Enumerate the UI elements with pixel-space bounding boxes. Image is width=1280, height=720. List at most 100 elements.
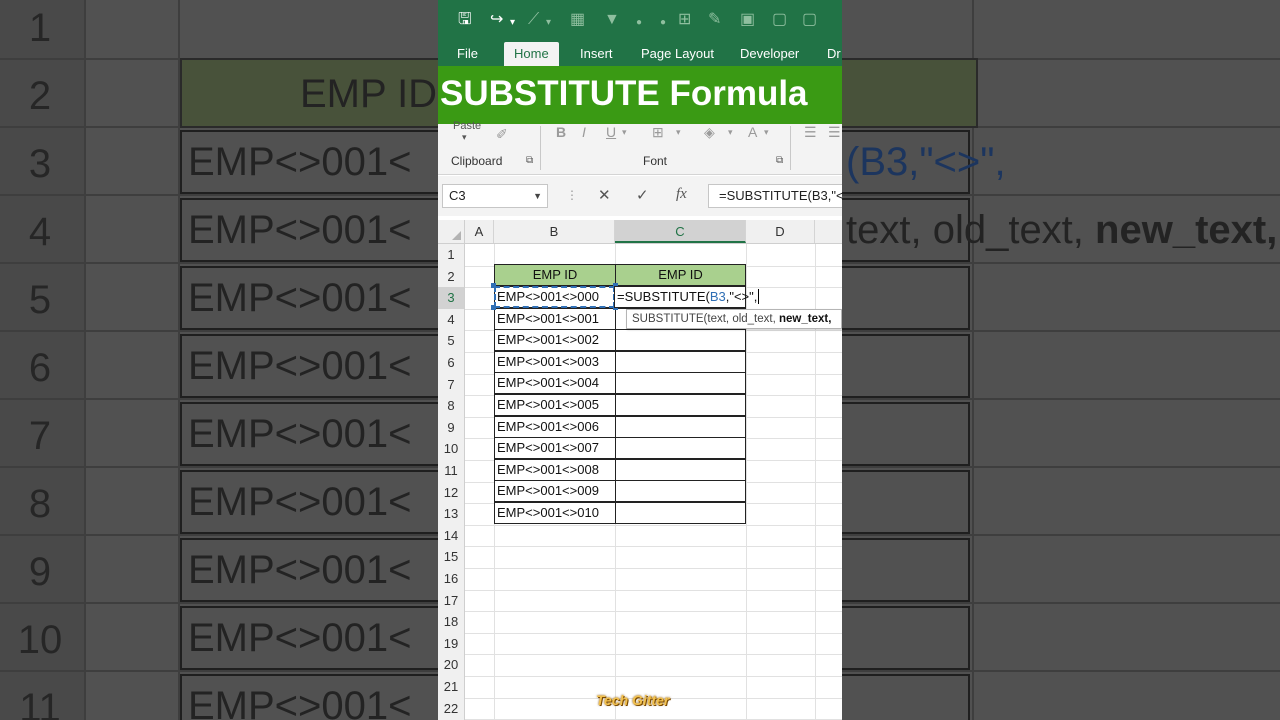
insert-function-button[interactable]: fx	[676, 186, 687, 203]
row-header-11[interactable]: 11	[438, 460, 464, 482]
chevron-down-icon[interactable]: ▾	[728, 127, 733, 138]
tab-developer[interactable]: Developer	[740, 46, 799, 61]
excel-panel: 🖫 ↪ ▾ ⟋ ▾ ▦ ▼ ● ● ⊞ ✎ ▣ ▢ ▢ File Home In…	[438, 0, 842, 720]
align-center-icon[interactable]: ☰	[828, 124, 841, 141]
row-header-22[interactable]: 22	[438, 698, 464, 720]
row-header-13[interactable]: 13	[438, 503, 464, 525]
column-header-c[interactable]: C	[615, 220, 746, 243]
row-header-21[interactable]: 21	[438, 676, 464, 698]
tab-home[interactable]: Home	[504, 42, 559, 67]
save-icon[interactable]: 🖫	[458, 10, 472, 30]
title-banner: SUBSTITUTE Formula	[438, 66, 842, 124]
cell-b13[interactable]: EMP<>001<>010	[494, 502, 616, 524]
row-header-1[interactable]: 1	[438, 244, 464, 266]
chevron-down-icon[interactable]: ▾	[676, 127, 681, 138]
cell-b12[interactable]: EMP<>001<>009	[494, 480, 616, 503]
dialog-launcher-icon[interactable]: ⧉	[776, 155, 783, 166]
cell-c10[interactable]	[615, 437, 746, 460]
cancel-button[interactable]: ✕	[598, 186, 611, 204]
enter-button[interactable]: ✓	[636, 186, 649, 204]
row-header-14[interactable]: 14	[438, 525, 464, 547]
tab-page-layout[interactable]: Page Layout	[641, 46, 714, 61]
dialog-launcher-icon[interactable]: ⧉	[526, 155, 533, 166]
selection-handle[interactable]	[491, 283, 496, 288]
chevron-down-icon[interactable]: ▾	[764, 127, 769, 138]
worksheet-grid: A B C D 1 2 3 4 5 6 7 8 9 10 11 12 13 14 15 16 17 18 19 20 2…	[438, 220, 842, 720]
cell-b7[interactable]: EMP<>001<>004	[494, 372, 616, 395]
dot-icon: ●	[660, 17, 667, 28]
cell-c5[interactable]	[615, 329, 746, 352]
dropdown-icon[interactable]: ▾	[546, 13, 551, 33]
row-header-19[interactable]: 19	[438, 633, 464, 655]
active-cell-c3[interactable]: =SUBSTITUTE(B3,"<>",	[614, 286, 760, 308]
cell-b8[interactable]: EMP<>001<>005	[494, 394, 616, 416]
row-header-15[interactable]: 15	[438, 546, 464, 568]
italic-button[interactable]: I	[582, 124, 586, 140]
cell-c6[interactable]	[615, 350, 746, 373]
cell-c12[interactable]	[615, 480, 746, 503]
header-cell-c2[interactable]: EMP ID	[615, 264, 746, 286]
dropdown-icon[interactable]: ▾	[510, 13, 515, 33]
comment-icon[interactable]: ▢	[802, 10, 817, 30]
column-header-a[interactable]: A	[465, 220, 494, 243]
image-icon[interactable]: ▣	[740, 10, 755, 30]
row-header-10[interactable]: 10	[438, 438, 464, 460]
bold-button[interactable]: B	[556, 124, 566, 140]
cell-b5[interactable]: EMP<>001<>002	[494, 329, 616, 352]
row-header-7[interactable]: 7	[438, 374, 464, 396]
row-header-3[interactable]: 3	[438, 287, 464, 309]
row-header-20[interactable]: 20	[438, 654, 464, 676]
header-cell-b2[interactable]: EMP ID	[494, 264, 616, 286]
tab-insert[interactable]: Insert	[580, 46, 613, 61]
cell-c7[interactable]	[615, 372, 746, 395]
row-header-5[interactable]: 5	[438, 330, 464, 352]
chevron-down-icon[interactable]: ▾	[622, 127, 627, 138]
paste-button[interactable]: Paste	[453, 120, 481, 132]
underline-button[interactable]: U	[606, 124, 616, 140]
cell-b11[interactable]: EMP<>001<>008	[494, 458, 616, 481]
format-painter-icon[interactable]: ✐	[496, 126, 508, 143]
chart-icon[interactable]: ⟋	[528, 10, 539, 30]
column-header-b[interactable]: B	[494, 220, 615, 243]
row-header-4[interactable]: 4	[438, 309, 464, 331]
selection-handle[interactable]	[491, 305, 496, 310]
column-header-e[interactable]	[815, 220, 842, 243]
cell-b6[interactable]: EMP<>001<>003	[494, 350, 616, 373]
column-header-d[interactable]: D	[746, 220, 815, 243]
redo-icon[interactable]: ↪	[490, 10, 503, 30]
borders-icon[interactable]: ⊞	[652, 124, 664, 141]
font-color-button[interactable]: A	[748, 124, 757, 140]
tab-draw[interactable]: Dr	[827, 46, 841, 61]
select-all-button[interactable]	[438, 220, 465, 243]
font-group-label: Font	[643, 154, 668, 168]
align-left-icon[interactable]: ☰	[804, 124, 817, 141]
brush-icon[interactable]: ✎	[708, 10, 721, 30]
insert-icon[interactable]: ⊞	[678, 10, 691, 30]
tab-file[interactable]: File	[457, 46, 478, 61]
banner-title: SUBSTITUTE Formula	[440, 74, 808, 113]
cell-b9[interactable]: EMP<>001<>006	[494, 415, 616, 438]
row-header-16[interactable]: 16	[438, 568, 464, 590]
row-header-6[interactable]: 6	[438, 352, 464, 374]
chevron-down-icon[interactable]: ▼	[533, 185, 542, 207]
cell-b4[interactable]: EMP<>001<>001	[494, 307, 616, 330]
cell-b10[interactable]: EMP<>001<>007	[494, 437, 616, 460]
row-header-9[interactable]: 9	[438, 417, 464, 439]
filter-icon[interactable]: ▼	[604, 10, 620, 30]
cell-c13[interactable]	[615, 502, 746, 524]
formula-input[interactable]: =SUBSTITUTE(B3,"<	[708, 184, 842, 208]
row-header-8[interactable]: 8	[438, 395, 464, 417]
fill-color-icon[interactable]: ◈	[704, 124, 715, 141]
row-header-12[interactable]: 12	[438, 482, 464, 504]
chevron-down-icon[interactable]: ▾	[462, 132, 467, 143]
sort-icon[interactable]: ▦	[570, 10, 585, 30]
column-headers: A B C D	[438, 220, 842, 244]
name-box[interactable]: C3 ▼	[442, 184, 548, 208]
cell-c8[interactable]	[615, 394, 746, 416]
cell-c9[interactable]	[615, 415, 746, 438]
cell-c11[interactable]	[615, 458, 746, 481]
row-header-18[interactable]: 18	[438, 611, 464, 633]
row-header-2[interactable]: 2	[438, 266, 464, 288]
row-header-17[interactable]: 17	[438, 590, 464, 612]
comment-icon[interactable]: ▢	[772, 10, 787, 30]
